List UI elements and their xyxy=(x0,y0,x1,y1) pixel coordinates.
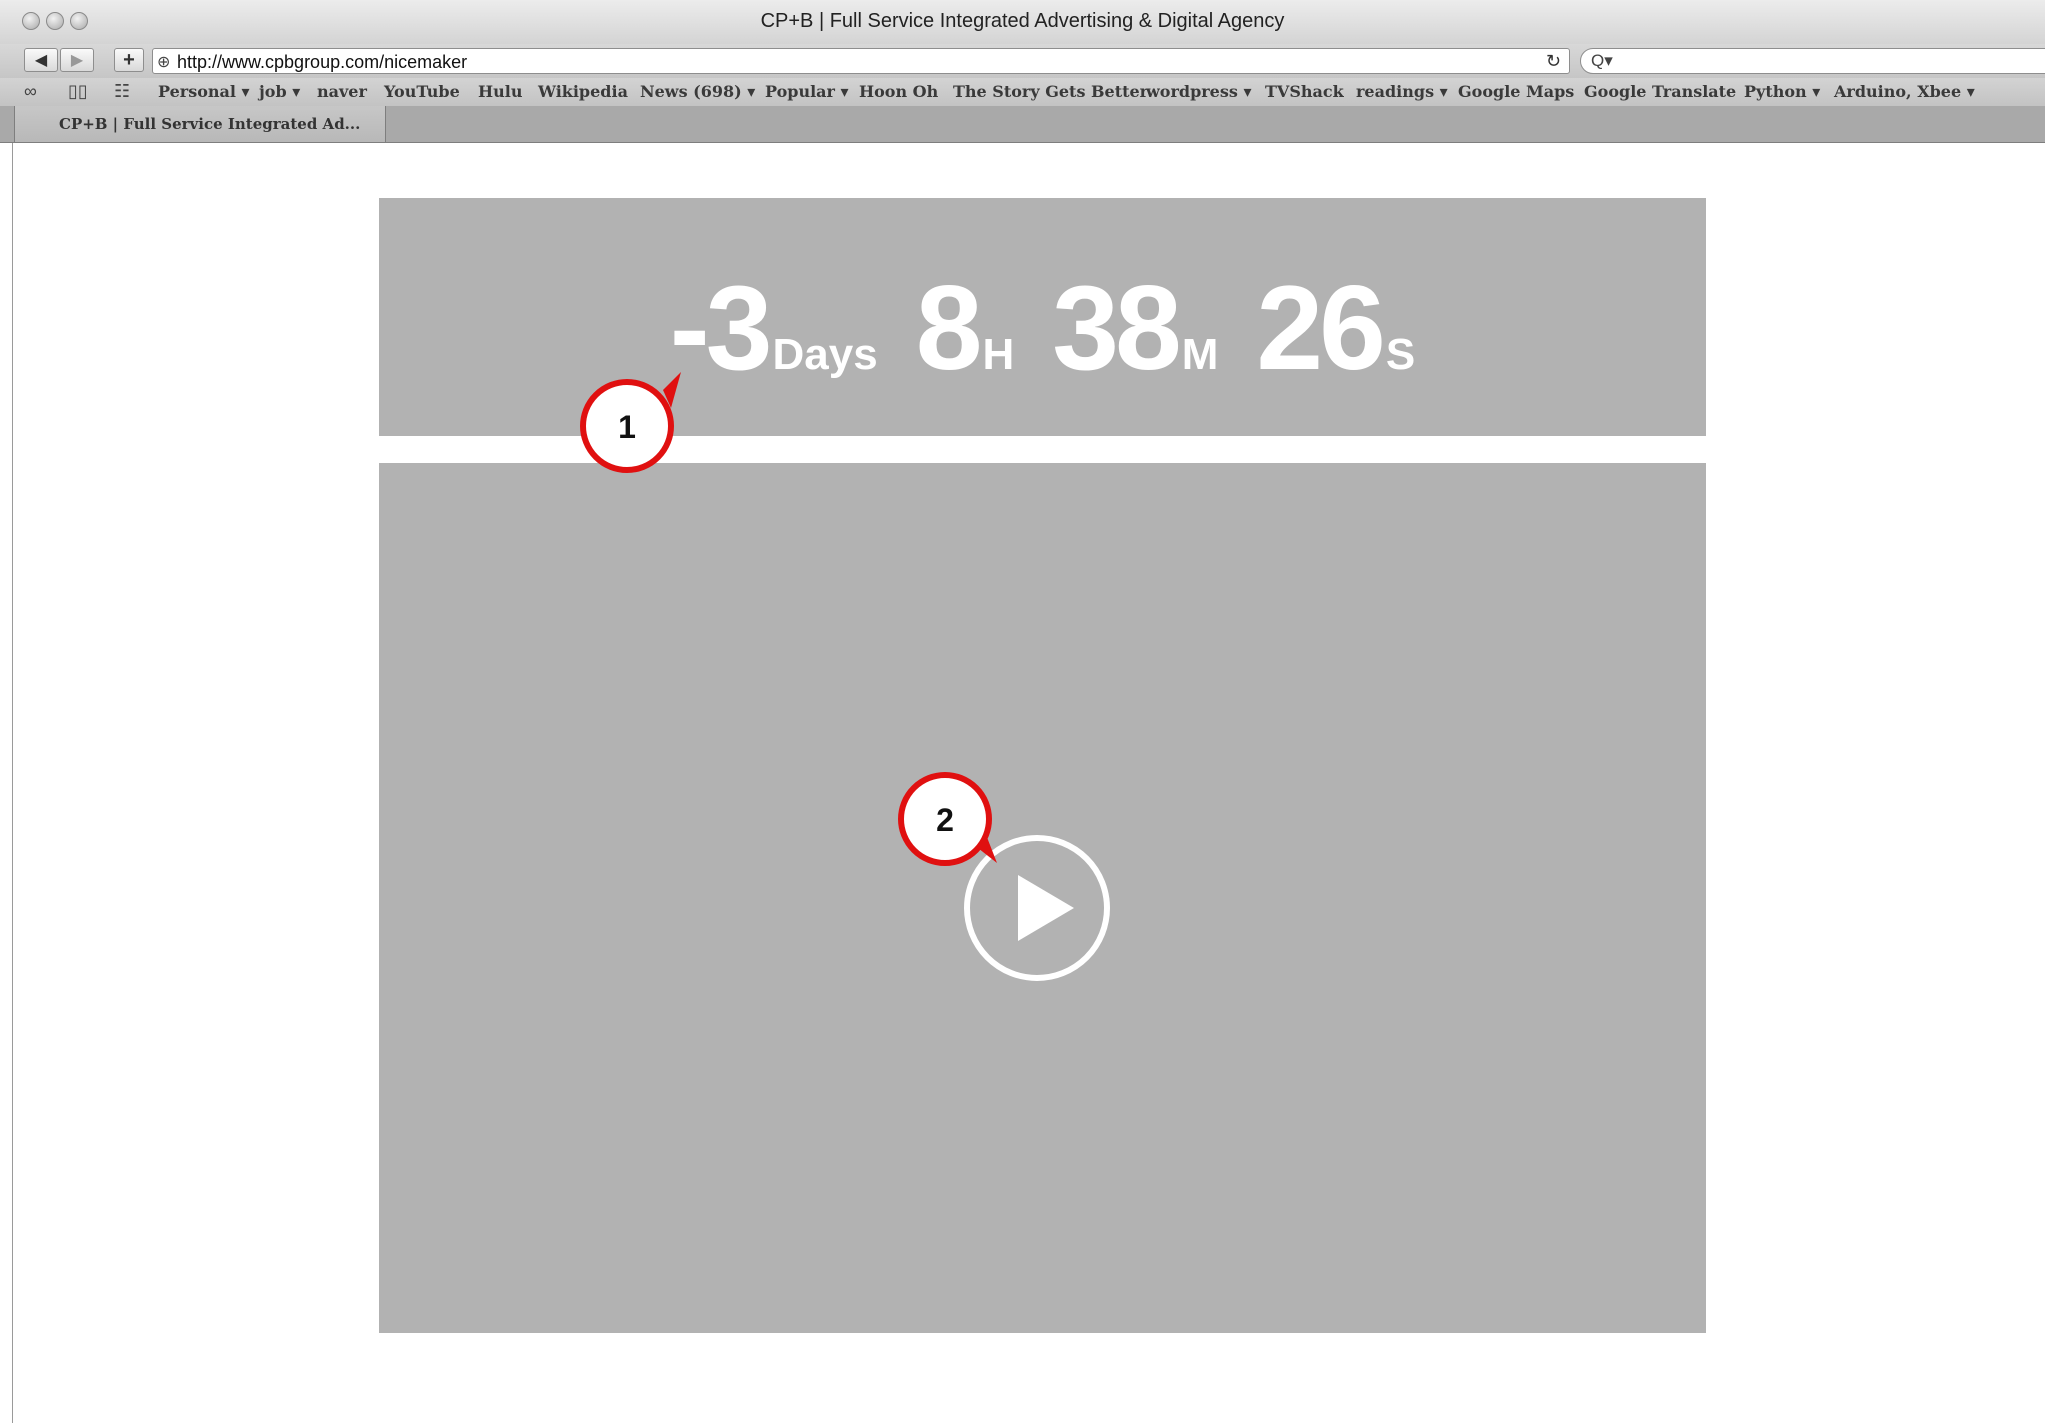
search-icon: Q▾ xyxy=(1591,51,1613,70)
tab-bar: CP+B | Full Service Integrated Ad... xyxy=(0,106,2045,143)
bookmark-arduino-xbee[interactable]: Arduino, Xbee ▾ xyxy=(1834,82,1975,101)
bookmark-youtube[interactable]: YouTube xyxy=(384,82,460,101)
tab-label: CP+B | Full Service Integrated Ad... xyxy=(59,115,361,133)
reading-list-icon[interactable]: ∞ xyxy=(24,81,37,102)
forward-button[interactable]: ▶ xyxy=(60,48,94,72)
tab-cpb[interactable]: CP+B | Full Service Integrated Ad... xyxy=(14,106,386,142)
bookmark-wikipedia[interactable]: Wikipedia xyxy=(538,82,628,101)
bookmark-hulu[interactable]: Hulu xyxy=(478,82,522,101)
url-text[interactable]: http://www.cpbgroup.com/nicemaker xyxy=(177,52,467,73)
toolbar: ◀ ▶ + ⊕ http://www.cpbgroup.com/nicemake… xyxy=(0,44,2045,78)
search-field[interactable]: Q▾ xyxy=(1580,48,2045,74)
bookmark-news[interactable]: News (698) ▾ xyxy=(640,82,755,101)
bookmark-naver[interactable]: naver xyxy=(317,82,367,101)
bookmark-python[interactable]: Python ▾ xyxy=(1744,82,1820,101)
callout-number-1: 1 xyxy=(618,409,636,445)
video-player[interactable] xyxy=(379,463,1706,1333)
bookmark-the-story-gets-better[interactable]: The Story Gets Better xyxy=(953,82,1148,101)
address-bar[interactable]: ⊕ http://www.cpbgroup.com/nicemaker ↻ xyxy=(152,48,1570,74)
bookmark-job[interactable]: job ▾ xyxy=(259,82,300,101)
countdown-days-unit: Days xyxy=(772,330,878,379)
plus-icon: + xyxy=(123,48,135,71)
window-title: CP+B | Full Service Integrated Advertisi… xyxy=(760,10,1285,32)
bookmarks-bar: ∞ ▯▯ ☷ Personal ▾ job ▾ naver YouTube Hu… xyxy=(0,78,2045,107)
countdown-minutes-unit: M xyxy=(1181,330,1219,379)
bookmark-readings[interactable]: readings ▾ xyxy=(1356,82,1448,101)
bookmark-personal[interactable]: Personal ▾ xyxy=(158,82,250,101)
page-content: -3Days 8H 38M 26S 1 2 xyxy=(12,143,2045,1423)
bookmark-google-translate[interactable]: Google Translate xyxy=(1584,82,1736,101)
callout-marker-1: 1 xyxy=(580,372,681,473)
callout-number-2: 2 xyxy=(936,802,954,838)
title-bar: CP+B | Full Service Integrated Advertisi… xyxy=(0,0,2045,45)
globe-icon: ⊕ xyxy=(157,54,171,71)
bookmark-popular[interactable]: Popular ▾ xyxy=(765,82,849,101)
bookmark-tvshack[interactable]: TVShack xyxy=(1265,82,1344,101)
back-button[interactable]: ◀ xyxy=(24,48,58,72)
callout-marker-2: 2 xyxy=(898,772,997,866)
countdown-seconds-unit: S xyxy=(1385,330,1416,379)
bookmarks-book-icon[interactable]: ▯▯ xyxy=(68,81,88,102)
countdown-minutes: 38 xyxy=(1052,261,1181,395)
browser-window: CP+B | Full Service Integrated Advertisi… xyxy=(0,0,2045,1423)
countdown-hours: 8 xyxy=(915,261,983,395)
top-sites-grid-icon[interactable]: ☷ xyxy=(114,81,130,102)
back-arrow-icon: ◀ xyxy=(34,52,48,69)
forward-arrow-icon: ▶ xyxy=(70,52,84,69)
add-bookmark-button[interactable]: + xyxy=(114,48,144,72)
bookmark-hoon-oh[interactable]: Hoon Oh xyxy=(859,82,938,101)
bookmark-wordpress[interactable]: wordpress ▾ xyxy=(1146,82,1251,101)
countdown-seconds: 26 xyxy=(1256,261,1385,395)
reload-icon[interactable]: ↻ xyxy=(1546,51,1561,72)
bookmark-google-maps[interactable]: Google Maps xyxy=(1458,82,1574,101)
countdown-hours-unit: H xyxy=(982,330,1015,379)
